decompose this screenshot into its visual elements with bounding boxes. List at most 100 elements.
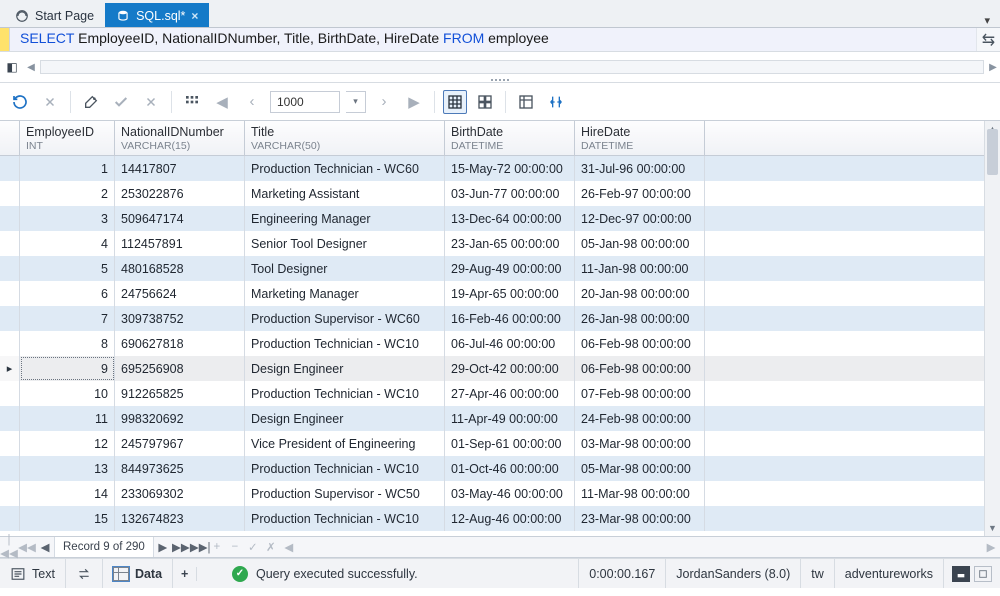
cell-hiredate[interactable]: 31-Jul-96 00:00:00	[575, 156, 705, 181]
cell-nationalid[interactable]: 309738752	[115, 306, 245, 331]
cell-title[interactable]: Production Supervisor - WC50	[245, 481, 445, 506]
row-indicator[interactable]	[0, 156, 20, 181]
row-indicator[interactable]	[0, 281, 20, 306]
table-row[interactable]: 13844973625Production Technician - WC100…	[0, 456, 1000, 481]
cell-hiredate[interactable]: 11-Mar-98 00:00:00	[575, 481, 705, 506]
fit-columns-button[interactable]	[544, 90, 568, 114]
cell-nationalid[interactable]: 912265825	[115, 381, 245, 406]
cell-birthdate[interactable]: 15-May-72 00:00:00	[445, 156, 575, 181]
table-row[interactable]: 7309738752Production Supervisor - WC6016…	[0, 306, 1000, 331]
tabs-overflow-button[interactable]: ▾	[984, 14, 1000, 27]
cell-title[interactable]: Engineering Manager	[245, 206, 445, 231]
cell-hiredate[interactable]: 03-Mar-98 00:00:00	[575, 431, 705, 456]
cell-birthdate[interactable]: 29-Oct-42 00:00:00	[445, 356, 575, 381]
table-row[interactable]: 4112457891Senior Tool Designer23-Jan-65 …	[0, 231, 1000, 256]
cell-birthdate[interactable]: 11-Apr-49 00:00:00	[445, 406, 575, 431]
cell-employeeid[interactable]: 2	[20, 181, 115, 206]
cell-employeeid[interactable]: 13	[20, 456, 115, 481]
page-size-input[interactable]	[270, 91, 340, 113]
nav-hscroll-right[interactable]: ▶	[982, 540, 1000, 554]
cell-hiredate[interactable]: 24-Feb-98 00:00:00	[575, 406, 705, 431]
cell-employeeid[interactable]: 6	[20, 281, 115, 306]
table-row[interactable]: 11998320692Design Engineer11-Apr-49 00:0…	[0, 406, 1000, 431]
nav-commit-button[interactable]: ✓	[244, 540, 262, 554]
row-indicator[interactable]: ▸	[0, 356, 20, 381]
column-header-employeeid[interactable]: EmployeeIDINT	[20, 121, 115, 155]
cell-nationalid[interactable]: 509647174	[115, 206, 245, 231]
add-view-button[interactable]: +	[173, 567, 197, 581]
row-indicator[interactable]	[0, 181, 20, 206]
table-row[interactable]: 114417807Production Technician - WC6015-…	[0, 156, 1000, 181]
pivot-view-button[interactable]	[514, 90, 538, 114]
nav-cancel-button[interactable]: ✗	[262, 540, 280, 554]
record-position[interactable]: Record 9 of 290	[54, 537, 154, 557]
cell-nationalid[interactable]: 253022876	[115, 181, 245, 206]
cell-nationalid[interactable]: 695256908	[115, 356, 245, 381]
row-indicator[interactable]	[0, 481, 20, 506]
row-indicator[interactable]	[0, 231, 20, 256]
cell-title[interactable]: Marketing Manager	[245, 281, 445, 306]
row-indicator[interactable]	[0, 431, 20, 456]
cell-employeeid[interactable]: 3	[20, 206, 115, 231]
cell-employeeid[interactable]: 12	[20, 431, 115, 456]
cell-hiredate[interactable]: 11-Jan-98 00:00:00	[575, 256, 705, 281]
column-header-birthdate[interactable]: BirthDateDATETIME	[445, 121, 575, 155]
cell-employeeid[interactable]: 7	[20, 306, 115, 331]
cell-birthdate[interactable]: 27-Apr-46 00:00:00	[445, 381, 575, 406]
nav-prev-button[interactable]: ◀	[36, 540, 54, 554]
cell-birthdate[interactable]: 12-Aug-46 00:00:00	[445, 506, 575, 531]
cell-birthdate[interactable]: 23-Jan-65 00:00:00	[445, 231, 575, 256]
row-indicator[interactable]	[0, 331, 20, 356]
cell-hiredate[interactable]: 20-Jan-98 00:00:00	[575, 281, 705, 306]
status-schema[interactable]: tw	[800, 559, 834, 588]
cell-employeeid[interactable]: 4	[20, 231, 115, 256]
grid-body[interactable]: 114417807Production Technician - WC6015-…	[0, 156, 1000, 536]
cell-title[interactable]: Production Technician - WC10	[245, 456, 445, 481]
cell-employeeid[interactable]: 9	[20, 356, 115, 381]
cell-birthdate[interactable]: 03-Jun-77 00:00:00	[445, 181, 575, 206]
cell-hiredate[interactable]: 05-Mar-98 00:00:00	[575, 456, 705, 481]
cell-title[interactable]: Design Engineer	[245, 406, 445, 431]
table-row[interactable]: ▸9695256908Design Engineer29-Oct-42 00:0…	[0, 356, 1000, 381]
nav-next-page-button[interactable]: ▶▶	[172, 540, 190, 554]
grid-vscrollbar[interactable]: ▲ ▼	[984, 121, 1000, 536]
cell-hiredate[interactable]: 06-Feb-98 00:00:00	[575, 331, 705, 356]
refresh-button[interactable]	[8, 90, 32, 114]
column-header-hiredate[interactable]: HireDateDATETIME	[575, 121, 705, 155]
table-row[interactable]: 12245797967Vice President of Engineering…	[0, 431, 1000, 456]
text-view-button[interactable]: Text	[0, 559, 66, 588]
table-row[interactable]: 15132674823Production Technician - WC101…	[0, 506, 1000, 531]
cell-title[interactable]: Tool Designer	[245, 256, 445, 281]
row-indicator[interactable]	[0, 381, 20, 406]
paging-mode-button[interactable]	[180, 90, 204, 114]
cell-title[interactable]: Senior Tool Designer	[245, 231, 445, 256]
row-indicator[interactable]	[0, 506, 20, 531]
cell-nationalid[interactable]: 24756624	[115, 281, 245, 306]
table-row[interactable]: 8690627818Production Technician - WC1006…	[0, 331, 1000, 356]
table-row[interactable]: 624756624Marketing Manager19-Apr-65 00:0…	[0, 281, 1000, 306]
nav-delete-button[interactable]: −	[226, 541, 244, 553]
cell-birthdate[interactable]: 13-Dec-64 00:00:00	[445, 206, 575, 231]
cell-title[interactable]: Marketing Assistant	[245, 181, 445, 206]
panel-full-button[interactable]	[974, 566, 992, 582]
cell-employeeid[interactable]: 10	[20, 381, 115, 406]
cell-title[interactable]: Production Technician - WC10	[245, 331, 445, 356]
cell-title[interactable]: Production Technician - WC10	[245, 381, 445, 406]
cell-employeeid[interactable]: 1	[20, 156, 115, 181]
cell-nationalid[interactable]: 112457891	[115, 231, 245, 256]
cell-title[interactable]: Production Supervisor - WC60	[245, 306, 445, 331]
tab-start-page[interactable]: Start Page	[4, 3, 105, 27]
cell-nationalid[interactable]: 245797967	[115, 431, 245, 456]
cell-nationalid[interactable]: 14417807	[115, 156, 245, 181]
nav-hscroll-track[interactable]	[298, 537, 982, 557]
close-icon[interactable]: ×	[191, 9, 198, 23]
cell-title[interactable]: Design Engineer	[245, 356, 445, 381]
table-row[interactable]: 5480168528Tool Designer29-Aug-49 00:00:0…	[0, 256, 1000, 281]
grid-view-button[interactable]	[443, 90, 467, 114]
cell-hiredate[interactable]: 12-Dec-97 00:00:00	[575, 206, 705, 231]
table-row[interactable]: 3509647174Engineering Manager13-Dec-64 0…	[0, 206, 1000, 231]
nav-hscroll-left[interactable]: ◀	[280, 540, 298, 554]
cell-birthdate[interactable]: 16-Feb-46 00:00:00	[445, 306, 575, 331]
tab-sql-file[interactable]: SQL.sql* ×	[105, 3, 209, 27]
vscroll-thumb[interactable]	[987, 129, 998, 175]
